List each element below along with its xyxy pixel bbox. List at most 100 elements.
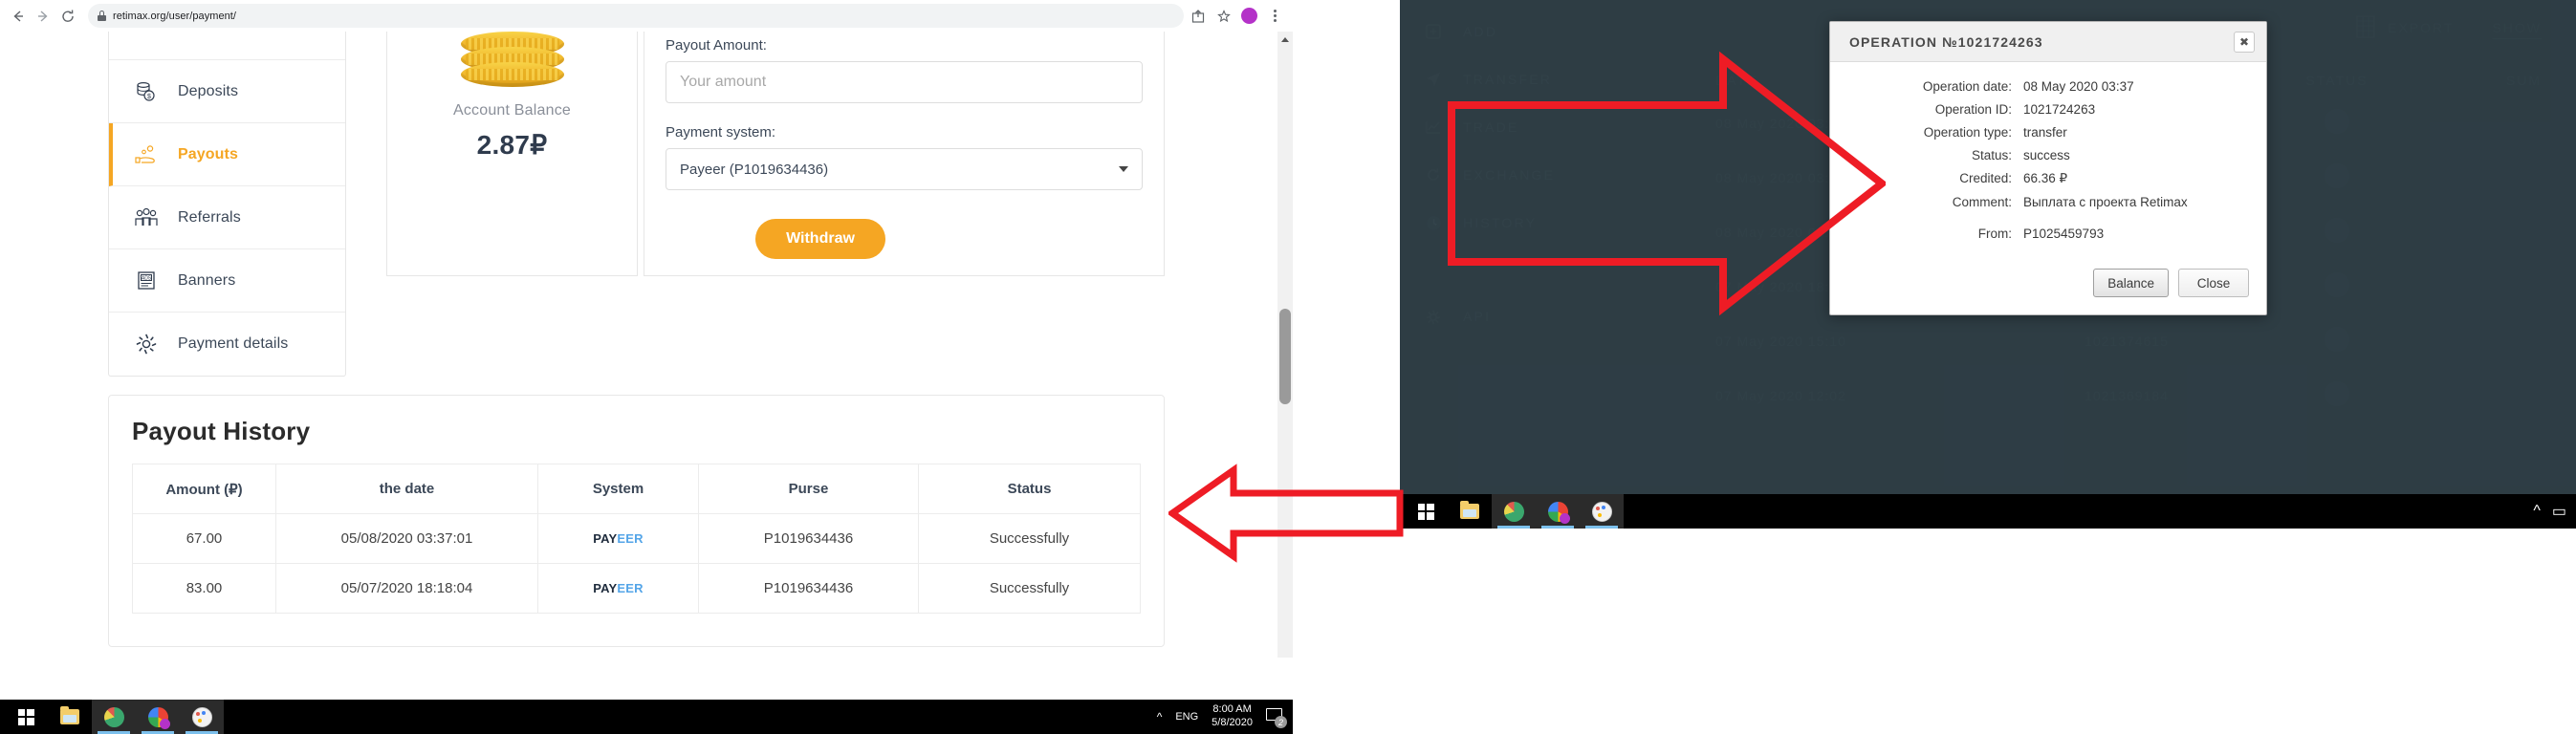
- dialog-field-comment: Comment: Выплата с проекта Retimax: [1863, 195, 2234, 209]
- field-value: 66.36 ₽: [2023, 171, 2068, 185]
- dialog-title: OPERATION №1021724263: [1849, 33, 2043, 50]
- tray-extra-icon[interactable]: ▭: [2552, 502, 2566, 521]
- svg-text:ADS: ADS: [142, 275, 152, 281]
- paint-icon[interactable]: [180, 700, 224, 734]
- clock-date: 5/8/2020: [1212, 717, 1253, 728]
- back-arrow-icon[interactable]: [6, 4, 31, 29]
- sidebar-item-payouts[interactable]: Payouts: [109, 123, 345, 186]
- table-row[interactable]: 83.00 05/07/2020 18:18:04 PAYEER P101963…: [132, 563, 1141, 614]
- windows-taskbar-right: ^ ▭: [1400, 494, 2576, 529]
- balance-button[interactable]: Balance: [2093, 269, 2169, 297]
- sidebar-item-referrals[interactable]: Referrals: [109, 186, 345, 249]
- payment-system-select[interactable]: Payeer (P1019634436): [666, 148, 1143, 190]
- withdraw-button[interactable]: Withdraw: [755, 219, 885, 259]
- file-explorer-icon[interactable]: [1448, 494, 1492, 529]
- payout-amount-input[interactable]: Your amount: [666, 61, 1143, 103]
- coin-stack-icon: [460, 32, 564, 87]
- sidebar-item-partial-top[interactable]: [109, 32, 345, 60]
- gear-icon: [132, 331, 161, 357]
- windows-start-icon[interactable]: [4, 700, 48, 734]
- cell-amount: 83.00: [132, 563, 276, 614]
- taskbar-clock[interactable]: 8:00 AM 5/8/2020: [1212, 703, 1253, 730]
- cell-purse: P1019634436: [698, 513, 919, 564]
- lightshot-icon[interactable]: [92, 700, 136, 734]
- column-header-purse: Purse: [698, 464, 919, 514]
- chrome-icon[interactable]: [136, 700, 180, 734]
- ads-banner-icon: ADS: [132, 268, 161, 294]
- show-hidden-icons-chevron[interactable]: ^: [2533, 503, 2541, 520]
- scrollbar-thumb[interactable]: [1279, 309, 1291, 404]
- cell-system: PAYEER: [537, 513, 699, 564]
- avatar[interactable]: [1241, 8, 1257, 24]
- column-header-system: System: [537, 464, 699, 514]
- star-icon[interactable]: [1215, 8, 1233, 25]
- dialog-footer: Balance Close: [1830, 263, 2266, 314]
- sidebar-item-payment-details[interactable]: Payment details: [109, 313, 345, 376]
- sidebar-item-banners[interactable]: ADS Banners: [109, 249, 345, 313]
- operation-details-dialog: OPERATION №1021724263 ✖ Operation date: …: [1829, 21, 2267, 315]
- taskbar-icons-right: [1400, 494, 1624, 529]
- dialog-field-operation-id: Operation ID: 1021724263: [1863, 102, 2234, 117]
- field-value: P1025459793: [2023, 227, 2105, 241]
- windows-start-icon[interactable]: [1404, 494, 1448, 529]
- account-sidebar: $ Deposits Payouts Referrals ADS Banners…: [108, 32, 346, 377]
- payeer-app-background: ADD TRANSFER TRADE EXCHANGE HISTORY: [1400, 0, 2576, 494]
- clock-time: 8:00 AM: [1212, 703, 1252, 716]
- dialog-field-operation-type: Operation type: transfer: [1863, 125, 2234, 140]
- field-value: success: [2023, 148, 2070, 162]
- field-label: Credited:: [1959, 171, 2012, 185]
- page-scrollbar[interactable]: [1277, 32, 1293, 658]
- field-value: 1021724263: [2023, 102, 2096, 117]
- dialog-field-credited: Credited: 66.36 ₽: [1863, 171, 2234, 186]
- account-balance-label: Account Balance: [452, 102, 572, 119]
- language-indicator[interactable]: ENG: [1175, 711, 1198, 723]
- notification-center-icon[interactable]: 2: [1266, 708, 1287, 728]
- sidebar-item-label: Payouts: [178, 145, 238, 162]
- scrollbar-up-arrow-icon[interactable]: [1281, 37, 1289, 42]
- table-row[interactable]: 67.00 05/08/2020 03:37:01 PAYEER P101963…: [132, 513, 1141, 564]
- dialog-body: Operation date: 08 May 2020 03:37 Operat…: [1830, 62, 2266, 263]
- forward-arrow-icon[interactable]: [31, 4, 55, 29]
- people-icon: [132, 205, 161, 231]
- close-icon[interactable]: ✖: [2234, 31, 2255, 53]
- dialog-field-operation-date: Operation date: 08 May 2020 03:37: [1863, 79, 2234, 94]
- dialog-field-status: Status: success: [1863, 148, 2234, 162]
- lock-icon: [98, 11, 106, 21]
- lightshot-icon[interactable]: [1492, 494, 1536, 529]
- close-button[interactable]: Close: [2178, 269, 2249, 297]
- file-explorer-icon[interactable]: [48, 700, 92, 734]
- payeer-logo: PAYEER: [593, 581, 644, 595]
- chrome-icon[interactable]: [1536, 494, 1580, 529]
- cell-date: 05/07/2020 18:18:04: [275, 563, 538, 614]
- field-label: Operation type:: [1923, 125, 2012, 140]
- paint-icon[interactable]: [1580, 494, 1624, 529]
- field-label: Operation ID:: [1934, 102, 2012, 117]
- kebab-menu-icon[interactable]: [1266, 8, 1283, 25]
- field-value: Выплата с проекта Retimax: [2023, 195, 2188, 209]
- share-icon[interactable]: [1190, 8, 1207, 25]
- screenshot-root: retimax.org/user/payment/ $ Deposits Pay…: [0, 0, 2576, 734]
- payment-system-label: Payment system:: [666, 124, 776, 140]
- payout-history-card: Payout History Amount (₽) the date Syste…: [108, 395, 1165, 647]
- payout-history-title: Payout History: [132, 417, 311, 445]
- show-hidden-icons-chevron[interactable]: ^: [1157, 710, 1163, 723]
- cell-date: 05/08/2020 03:37:01: [275, 513, 538, 564]
- column-header-status: Status: [918, 464, 1141, 514]
- payout-history-table: Amount (₽) the date System Purse Status …: [132, 464, 1141, 614]
- field-label: Operation date:: [1922, 79, 2012, 94]
- sidebar-item-deposits[interactable]: $ Deposits: [109, 60, 345, 123]
- cell-status: Successfully: [918, 513, 1141, 564]
- column-header-date: the date: [275, 464, 538, 514]
- sidebar-item-label: Payment details: [178, 335, 289, 352]
- hand-coin-icon: [132, 141, 161, 168]
- taskbar-icons: [0, 700, 224, 734]
- windows-taskbar-left: ^ ENG 8:00 AM 5/8/2020 2: [0, 700, 1293, 734]
- reload-icon[interactable]: [55, 4, 80, 29]
- column-header-amount: Amount (₽): [132, 464, 276, 514]
- chrome-browser-window: retimax.org/user/payment/ $ Deposits Pay…: [0, 0, 1293, 734]
- cell-system: PAYEER: [537, 563, 699, 614]
- address-bar-url: retimax.org/user/payment/: [113, 10, 237, 22]
- field-value: transfer: [2023, 125, 2067, 140]
- dialog-header: OPERATION №1021724263 ✖: [1830, 22, 2266, 62]
- address-bar[interactable]: retimax.org/user/payment/: [88, 4, 1184, 28]
